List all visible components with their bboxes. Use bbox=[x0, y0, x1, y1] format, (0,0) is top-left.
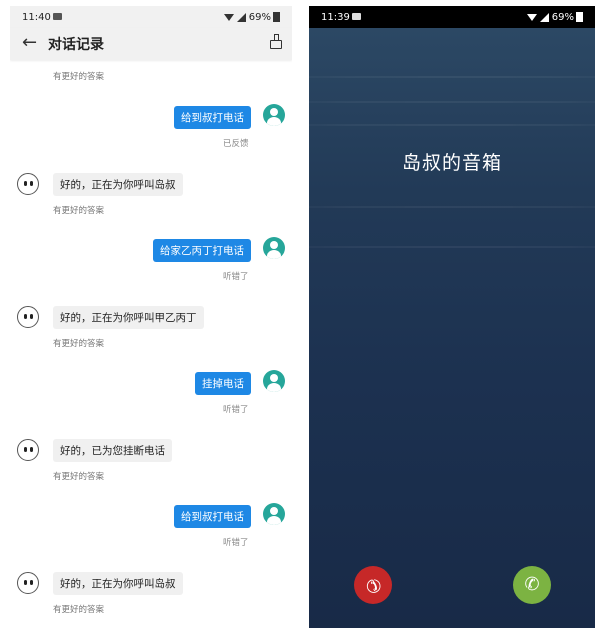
assistant-message: 好的，正在为你呼叫岛叔 bbox=[53, 173, 183, 196]
water-background bbox=[309, 206, 595, 208]
user-avatar bbox=[263, 104, 285, 126]
decline-call-button[interactable]: ✆ bbox=[354, 566, 392, 604]
feedback-link[interactable]: 有更好的答案 bbox=[53, 204, 104, 216]
status-time: 11:40 bbox=[22, 12, 51, 23]
feedback-status[interactable]: 听错了 bbox=[223, 536, 249, 548]
feedback-link[interactable]: 有更好的答案 bbox=[53, 337, 104, 349]
water-background bbox=[309, 124, 595, 126]
assistant-message: 好的，正在为你呼叫甲乙丙丁 bbox=[53, 306, 204, 329]
battery-percent: 69% bbox=[551, 12, 574, 23]
app-bar: ← 对话记录 bbox=[10, 28, 292, 60]
signal-icon bbox=[236, 12, 246, 22]
wifi-icon bbox=[223, 13, 234, 21]
user-avatar bbox=[263, 503, 285, 525]
page-title: 对话记录 bbox=[48, 37, 104, 53]
feedback-link[interactable]: 有更好的答案 bbox=[53, 470, 104, 482]
battery-icon bbox=[576, 12, 583, 22]
status-bar: 11:40 69% bbox=[10, 6, 292, 28]
user-message: 给到叔打电话 bbox=[174, 106, 251, 129]
phone-answer-icon: ✆ bbox=[524, 574, 540, 595]
user-message: 给家乙丙丁打电话 bbox=[153, 239, 251, 262]
user-avatar bbox=[263, 237, 285, 259]
back-arrow-icon[interactable]: ← bbox=[22, 32, 37, 53]
water-background bbox=[309, 101, 595, 103]
caller-name: 岛叔的音箱 bbox=[401, 152, 502, 174]
status-time: 11:39 bbox=[321, 12, 350, 23]
battery-icon bbox=[273, 12, 280, 22]
image-notification-icon bbox=[53, 13, 62, 20]
assistant-message: 好的，已为您挂断电话 bbox=[53, 439, 172, 462]
status-right: 69% bbox=[223, 12, 280, 23]
phone-hangup-icon: ✆ bbox=[360, 572, 387, 599]
clear-history-icon[interactable] bbox=[270, 34, 282, 49]
assistant-avatar bbox=[17, 306, 39, 328]
battery-percent: 69% bbox=[248, 12, 271, 23]
user-avatar bbox=[263, 370, 285, 392]
assistant-message: 好的，正在为你呼叫岛叔 bbox=[53, 572, 183, 595]
feedback-link[interactable]: 有更好的答案 bbox=[53, 70, 104, 82]
accept-call-button[interactable]: ✆ bbox=[513, 566, 551, 604]
feedback-link[interactable]: 有更好的答案 bbox=[53, 603, 104, 615]
assistant-avatar bbox=[17, 572, 39, 594]
incoming-call-screen: 11:39 69% 岛叔的音箱 ✆ ✆ bbox=[309, 6, 595, 628]
feedback-status[interactable]: 听错了 bbox=[223, 403, 249, 415]
status-right: 69% bbox=[526, 12, 583, 23]
wifi-icon bbox=[526, 13, 537, 21]
chat-history-screen: 11:40 69% ← 对话记录 有更好的答案 给到叔打电话 已反馈 好的，正在… bbox=[10, 6, 292, 628]
user-message: 给到叔打电话 bbox=[174, 505, 251, 528]
water-background bbox=[309, 76, 595, 78]
status-bar: 11:39 69% bbox=[309, 6, 595, 28]
assistant-avatar bbox=[17, 173, 39, 195]
user-message: 挂掉电话 bbox=[195, 372, 251, 395]
feedback-status[interactable]: 已反馈 bbox=[223, 137, 249, 149]
feedback-status[interactable]: 听错了 bbox=[223, 270, 249, 282]
water-background bbox=[309, 246, 595, 248]
image-notification-icon bbox=[352, 13, 361, 20]
signal-icon bbox=[539, 12, 549, 22]
assistant-avatar bbox=[17, 439, 39, 461]
